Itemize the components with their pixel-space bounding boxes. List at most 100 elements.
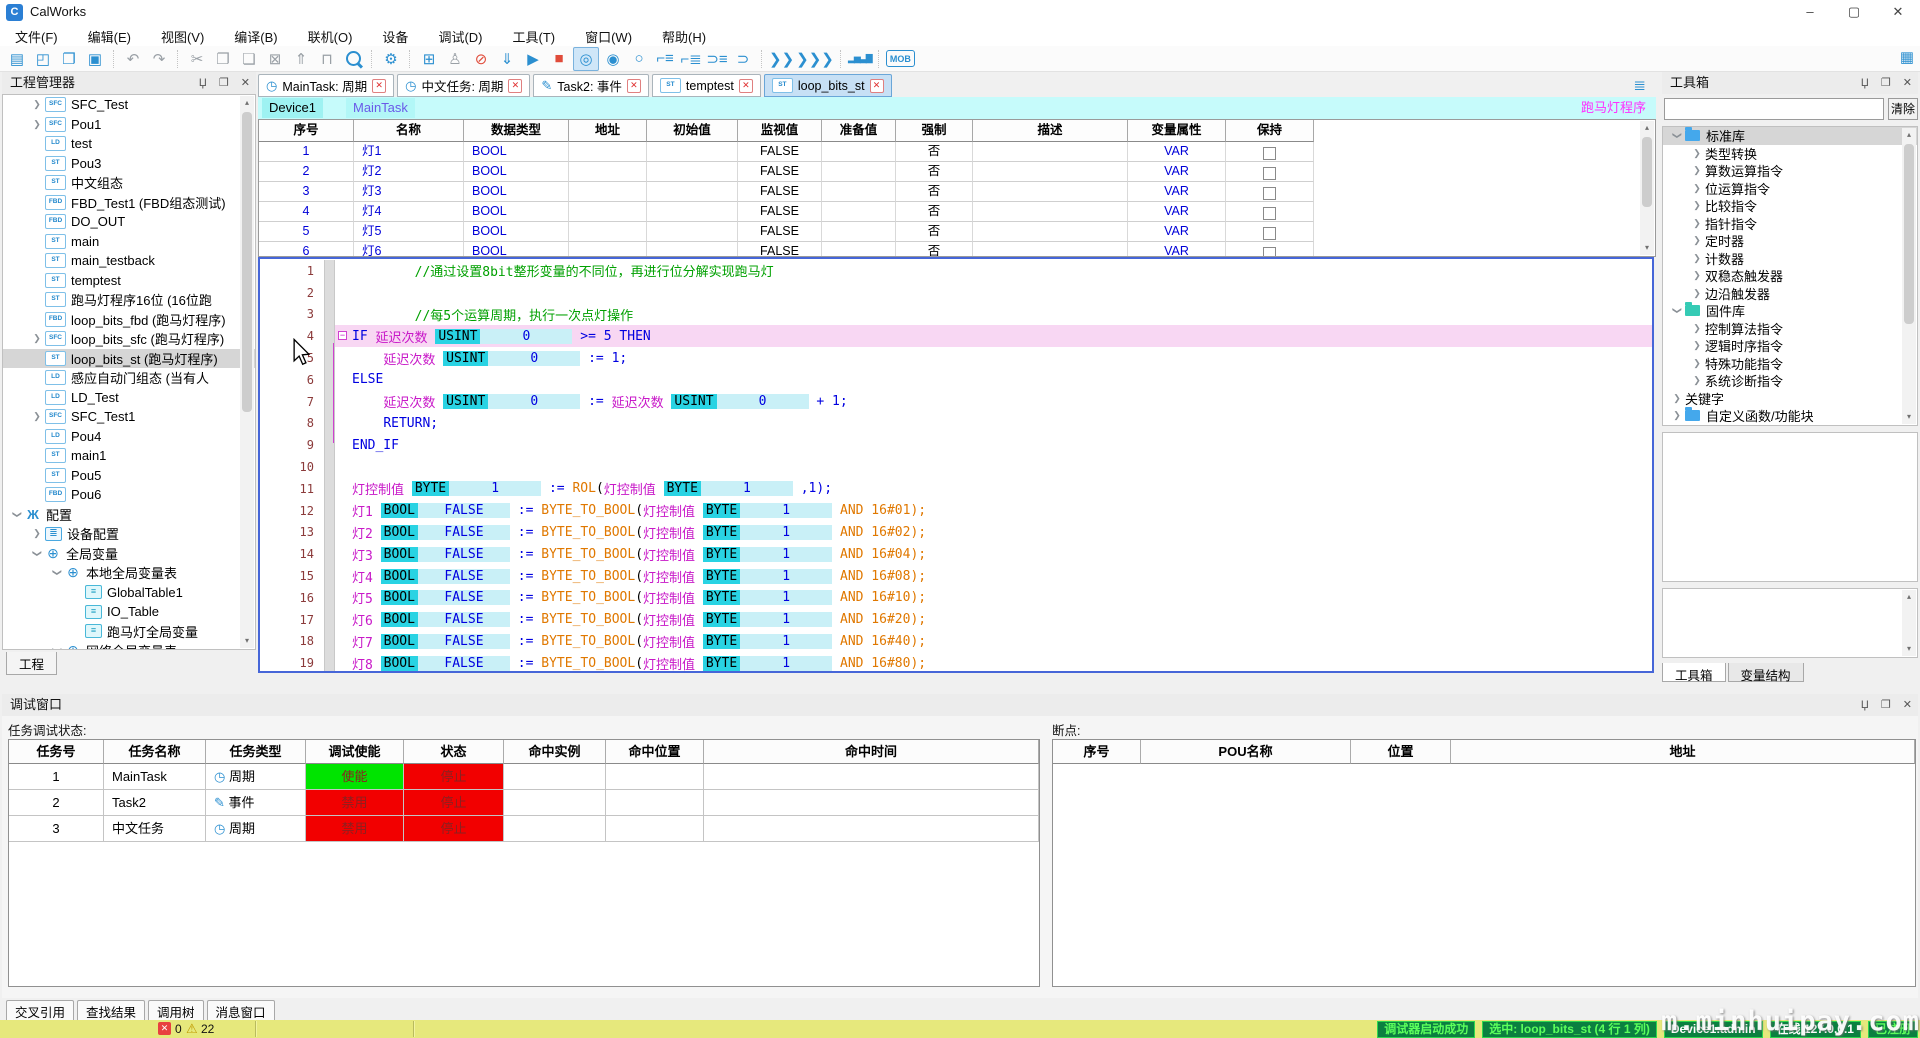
variable-table-scrollbar[interactable]: ▴▾	[1640, 121, 1654, 255]
table-row[interactable]: 4灯4BOOLFALSE否VAR	[259, 202, 1655, 222]
chevron-collapsed-icon[interactable]: ❯	[1689, 358, 1705, 369]
column-header[interactable]: 监视值	[738, 120, 822, 142]
tree-item[interactable]: ≡跑马灯全局变量	[3, 622, 255, 642]
copy-icon[interactable]: ❐	[211, 48, 235, 70]
document-tab[interactable]: ◷MainTask: 周期✕	[258, 74, 394, 97]
tree-item[interactable]: ❯边沿触发器	[1663, 285, 1917, 303]
tree-item[interactable]: STPou5	[3, 466, 255, 486]
pin-icon[interactable]: Џ	[1861, 77, 1869, 89]
download-to-device-icon[interactable]: ⇓	[495, 48, 519, 70]
step-out-icon[interactable]: ⊃≡	[705, 48, 729, 70]
column-header[interactable]: 描述	[973, 120, 1128, 142]
code-line[interactable]: 3 //每5个运算周期，执行一次点灯操作	[260, 304, 1652, 326]
keep-checkbox[interactable]	[1263, 247, 1276, 257]
tree-item[interactable]: FBDDO_OUT	[3, 212, 255, 232]
column-header[interactable]: 序号	[259, 120, 354, 142]
keep-checkbox[interactable]	[1263, 167, 1276, 180]
code-line-current[interactable]: 4−IF 延迟次数 USINT0 >= 5 THEN	[260, 325, 1652, 347]
save-icon[interactable]: ▣	[83, 48, 107, 70]
power-icon[interactable]: ⊘	[469, 48, 493, 70]
upload-icon[interactable]: ⇑	[289, 48, 313, 70]
toolbox-search-input[interactable]	[1664, 98, 1884, 120]
code-line[interactable]: 7 延迟次数 USINT0 := 延迟次数 USINT0 + 1;	[260, 391, 1652, 413]
column-header[interactable]: 调试使能	[306, 740, 404, 764]
tree-item[interactable]: STmain	[3, 232, 255, 252]
pin-icon[interactable]: Џ	[1861, 699, 1869, 711]
tree-item[interactable]: LDtest	[3, 134, 255, 154]
keep-checkbox[interactable]	[1263, 207, 1276, 220]
pin-icon[interactable]: Џ	[199, 77, 207, 89]
column-header[interactable]: 初始值	[647, 120, 738, 142]
scroll-thumb[interactable]	[1904, 144, 1914, 324]
run-to-cursor-icon[interactable]: ⊃	[731, 48, 755, 70]
chevron-collapsed-icon[interactable]: ❯	[1689, 200, 1705, 211]
breakpoint-margin[interactable]	[324, 652, 335, 673]
column-header[interactable]: 命中时间	[704, 740, 1039, 764]
open-project-icon[interactable]: ◰	[31, 48, 55, 70]
breakpoint-margin[interactable]	[324, 478, 335, 500]
column-header[interactable]: 任务类型	[206, 740, 306, 764]
copy-pages-icon[interactable]: ❐	[57, 48, 81, 70]
tree-item[interactable]: ST中文组态	[3, 173, 255, 193]
column-header[interactable]: 位置	[1351, 740, 1451, 764]
chevron-collapsed-icon[interactable]: ❯	[1689, 183, 1705, 194]
task-row[interactable]: 2Task2✎ 事件禁用停止	[9, 790, 1039, 816]
breakpoint-margin[interactable]	[324, 260, 335, 282]
breakpoint-margin[interactable]	[324, 609, 335, 631]
menu-item[interactable]: 联机(O)	[293, 24, 368, 46]
tree-item[interactable]: ≡GlobalTable1	[3, 583, 255, 603]
chevron-collapsed-icon[interactable]: ❯	[29, 411, 45, 422]
fold-collapse-icon[interactable]: −	[338, 331, 347, 340]
menu-item[interactable]: 文件(F)	[0, 24, 73, 46]
float-panel-icon[interactable]: ▦	[1900, 48, 1914, 66]
menu-item[interactable]: 调试(D)	[423, 24, 497, 46]
tree-item[interactable]: STmain_testback	[3, 251, 255, 271]
menu-item[interactable]: 帮助(H)	[647, 24, 721, 46]
column-header[interactable]: 序号	[1053, 740, 1141, 764]
scroll-down-icon[interactable]: ▾	[1902, 642, 1916, 656]
step-into-icon[interactable]: ⌐≡	[653, 48, 677, 70]
code-line[interactable]: 1 //通过设置8bit整形变量的不同位，再进行位分解实现跑马灯	[260, 260, 1652, 282]
column-header[interactable]: 命中位置	[606, 740, 704, 764]
scroll-down-icon[interactable]: ▾	[1902, 410, 1916, 424]
minimize-button[interactable]: –	[1788, 0, 1832, 24]
tab-list-icon[interactable]: ≣	[1633, 76, 1646, 94]
chevron-expanded-icon[interactable]: ❯	[32, 545, 43, 561]
chevron-collapsed-icon[interactable]: ❯	[1689, 218, 1705, 229]
table-row[interactable]: 2灯2BOOLFALSE否VAR	[259, 162, 1655, 182]
toolbox-tree-scrollbar[interactable]: ▴▾	[1902, 128, 1916, 424]
tab-close-icon[interactable]: ✕	[508, 79, 522, 93]
tree-item[interactable]: LDPou4	[3, 427, 255, 447]
task-name[interactable]: MainTask	[346, 98, 415, 118]
breakpoint-margin[interactable]	[324, 543, 335, 565]
tree-item[interactable]: ❯SFCSFC_Test1	[3, 407, 255, 427]
scroll-thumb[interactable]	[242, 112, 252, 412]
column-header[interactable]: 名称	[354, 120, 464, 142]
code-line[interactable]: 12灯1 BOOLFALSE := BYTE_TO_BOOL(灯控制值 BYTE…	[260, 500, 1652, 522]
device-name[interactable]: Device1	[262, 98, 323, 118]
tree-item[interactable]: ❯关键字	[1663, 390, 1917, 408]
column-header[interactable]: 任务号	[9, 740, 104, 764]
chevron-collapsed-icon[interactable]: ❯	[1689, 340, 1705, 351]
column-header[interactable]: 地址	[569, 120, 647, 142]
toolbox-tab[interactable]: 变量结构	[1728, 663, 1804, 682]
insert-snippet-icon[interactable]: ⊓	[315, 48, 339, 70]
task-row[interactable]: 3中文任务◷ 周期禁用停止	[9, 816, 1039, 842]
column-header[interactable]: 准备值	[822, 120, 896, 142]
menu-item[interactable]: 编译(B)	[219, 24, 292, 46]
scroll-up-icon[interactable]: ▴	[1640, 121, 1654, 135]
search-icon[interactable]	[341, 48, 365, 70]
chevron-expanded-icon[interactable]: ❯	[52, 643, 63, 650]
column-header[interactable]: 数据类型	[464, 120, 569, 142]
tree-item[interactable]: ❯算数运算指令	[1663, 162, 1917, 180]
breakpoint-circle-icon[interactable]: ○	[627, 48, 651, 70]
breakpoint-margin[interactable]	[324, 631, 335, 653]
chevron-collapsed-icon[interactable]: ❯	[1689, 165, 1705, 176]
chevron-collapsed-icon[interactable]: ❯	[1689, 148, 1705, 159]
debug-enable-cell[interactable]: 禁用	[306, 816, 404, 842]
tree-item[interactable]: LDLD_Test	[3, 388, 255, 408]
tree-item[interactable]: STmain1	[3, 446, 255, 466]
code-line[interactable]: 14灯3 BOOLFALSE := BYTE_TO_BOOL(灯控制值 BYTE…	[260, 543, 1652, 565]
tab-close-icon[interactable]: ✕	[627, 79, 641, 93]
chevron-collapsed-icon[interactable]: ❯	[29, 99, 45, 110]
